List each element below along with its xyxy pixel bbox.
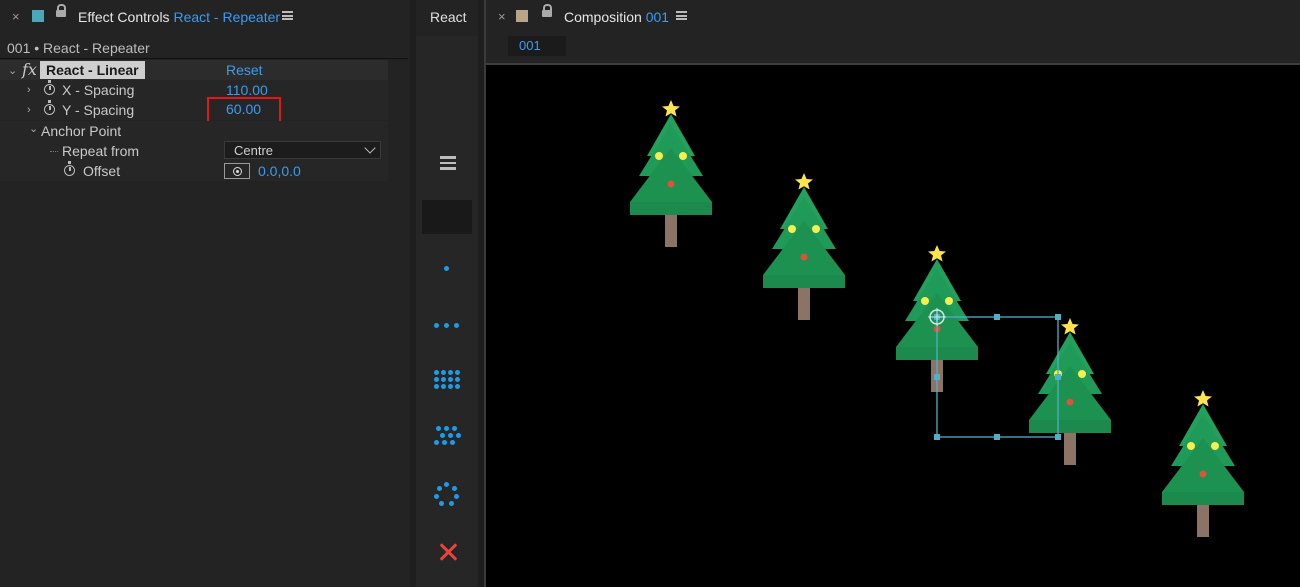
close-tab-icon[interactable]: × [12, 9, 20, 24]
layer-link[interactable]: React - Repeater [173, 9, 280, 25]
hamburger-icon[interactable] [416, 142, 478, 186]
comp-subtab-label: 001 [519, 38, 541, 53]
close-tab-icon[interactable]: × [498, 9, 506, 24]
effect-controls-tab-bar: × Effect Controls React - Repeater [0, 0, 410, 34]
property-label: Repeat from [62, 143, 140, 159]
fx-icon[interactable]: fx [22, 60, 37, 79]
repeater-toolbar [416, 36, 478, 587]
composition-tab-title[interactable]: Composition 001 [564, 9, 669, 25]
composition-canvas [630, 100, 1244, 537]
highlight-box [207, 97, 281, 123]
lock-icon[interactable] [56, 4, 66, 18]
label-color-swatch[interactable] [516, 10, 528, 22]
property-label: Y - Spacing [62, 102, 135, 118]
effect-row-react-linear[interactable]: ⌄ fx React - Linear Reset [0, 60, 388, 80]
christmas-tree [630, 100, 712, 247]
tree-connector [50, 151, 58, 152]
dropdown-value: Centre [234, 143, 274, 158]
stopwatch-icon[interactable] [64, 161, 75, 176]
three-dots-icon[interactable] [416, 304, 478, 348]
chevron-down-icon[interactable]: ⌄ [8, 64, 17, 77]
comp-link[interactable]: 001 [646, 9, 669, 25]
reset-button[interactable]: Reset [226, 62, 263, 78]
christmas-tree [1162, 390, 1244, 537]
repeat-from-dropdown[interactable]: Centre [224, 141, 381, 159]
repeater-panel: React - Repeater [416, 0, 478, 587]
divider [0, 58, 408, 59]
property-label: Offset [83, 163, 121, 179]
property-row-offset: Offset 0.0,0.0 [0, 161, 388, 181]
point-target-icon[interactable] [224, 163, 250, 179]
layer-path: 001 • React - Repeater [7, 40, 150, 56]
grid-dots-icon[interactable] [416, 361, 478, 405]
property-row-x-spacing: › X - Spacing 110.00 [0, 80, 388, 100]
hamburger-icon[interactable] [282, 11, 293, 20]
property-label: X - Spacing [62, 82, 135, 98]
x-spacing-value[interactable]: 110.00 [226, 82, 268, 98]
chevron-down-icon[interactable]: ⌄ [29, 122, 38, 135]
effect-controls-title: Effect Controls [78, 9, 170, 25]
effect-controls-tab-title[interactable]: Effect Controls React - Repeater [78, 9, 280, 25]
single-dot-icon[interactable] [416, 246, 478, 290]
hamburger-icon[interactable] [676, 11, 687, 20]
effect-controls-panel: × Effect Controls React - Repeater 001 •… [0, 0, 410, 587]
effect-name[interactable]: React - Linear [40, 61, 145, 79]
staggered-grid-icon[interactable] [416, 417, 478, 461]
offset-value[interactable]: 0.0,0.0 [258, 163, 301, 179]
comp-subtab[interactable]: 001 [508, 36, 566, 56]
composition-viewer[interactable] [486, 63, 1300, 587]
stopwatch-icon[interactable] [44, 80, 55, 95]
chevron-down-icon [364, 142, 376, 154]
radial-dots-icon[interactable] [416, 474, 478, 518]
label-color-swatch[interactable] [32, 10, 44, 22]
christmas-tree [1029, 318, 1111, 465]
close-x-icon[interactable] [438, 542, 458, 562]
lock-icon[interactable] [542, 4, 552, 18]
repeater-tab-title[interactable]: React - Repeater [430, 9, 470, 25]
property-group-anchor-point[interactable]: ⌄ Anchor Point [0, 121, 388, 141]
chevron-right-icon[interactable]: › [27, 84, 31, 96]
chevron-right-icon[interactable]: › [27, 104, 31, 116]
christmas-tree [763, 173, 845, 320]
property-label: Anchor Point [41, 123, 122, 139]
composition-panel: × Composition 001 001 [484, 0, 1300, 587]
stopwatch-icon[interactable] [44, 100, 55, 115]
property-row-y-spacing: › Y - Spacing 60.00 [0, 100, 388, 120]
blank-slot [422, 200, 472, 234]
composition-title: Composition [564, 9, 642, 25]
